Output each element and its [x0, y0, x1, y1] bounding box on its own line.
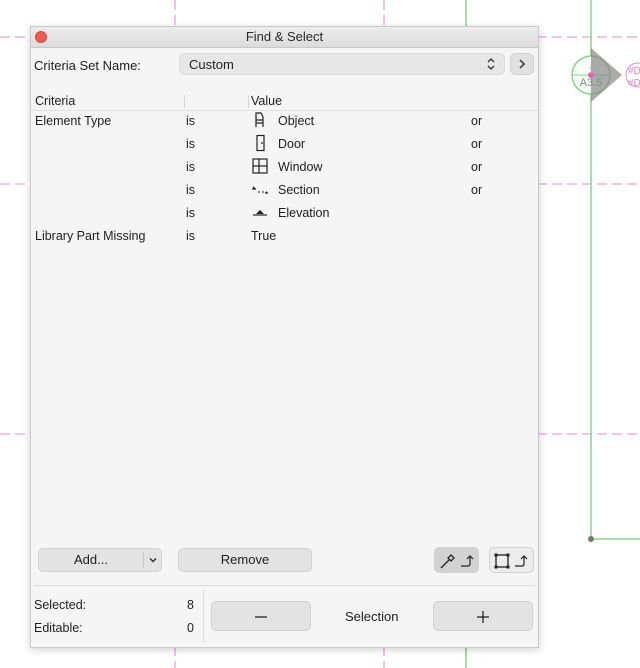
value-text: Door [278, 137, 306, 151]
elevation-icon [253, 210, 267, 216]
title-bar[interactable]: Find & Select [31, 27, 538, 48]
value-text: Elevation [278, 206, 330, 220]
criteria-name: Library Part Missing [35, 229, 146, 243]
add-criteria-button[interactable]: Add... [38, 548, 162, 572]
chevron-right-icon [519, 59, 526, 69]
close-button[interactable] [35, 31, 47, 43]
editable-count: 0 [187, 621, 194, 635]
value-text: Window [278, 160, 323, 174]
remove-button[interactable]: Remove [178, 548, 312, 572]
criteria-row[interactable]: Library Part Missing is True [31, 226, 538, 249]
operator: is [186, 183, 196, 197]
marquee-icon [494, 553, 510, 569]
conjunction: or [471, 160, 483, 174]
tag-text: #D [628, 78, 640, 89]
updown-chevron-icon [487, 58, 495, 70]
marker-number: 1 [588, 65, 593, 75]
criteria-column-header[interactable]: Criteria [35, 94, 75, 108]
conjunction: or [471, 114, 483, 128]
chevron-down-icon[interactable] [147, 554, 159, 566]
column-divider[interactable] [248, 95, 249, 108]
pick-parameters-button[interactable] [434, 547, 479, 573]
operator: is [186, 206, 196, 220]
selection-label: Selection [345, 609, 399, 624]
criteria-row[interactable]: is Door or [31, 134, 538, 157]
conjunction: or [471, 183, 483, 197]
criteria-row[interactable]: is Section or [31, 180, 538, 203]
add-button-label: Add... [74, 552, 108, 567]
node-dot [588, 536, 594, 542]
next-button[interactable] [510, 53, 534, 75]
section-icon [252, 186, 268, 194]
selected-label: Selected: [34, 598, 87, 612]
value-text: True [251, 229, 277, 243]
object-chair-icon [255, 112, 264, 127]
conjunction: or [471, 137, 483, 151]
column-divider[interactable] [184, 95, 185, 108]
apply-arrow-icon [461, 555, 474, 567]
criteria-set-label: Criteria Set Name: [34, 58, 141, 73]
minus-icon [255, 616, 267, 618]
operator: is [186, 160, 196, 174]
add-to-selection-button[interactable] [433, 601, 533, 631]
find-select-panel: Find & Select Criteria Set Name: Custom … [30, 26, 539, 648]
marquee-button[interactable] [489, 547, 534, 573]
criteria-set-value: Custom [189, 57, 234, 72]
operator: is [186, 229, 196, 243]
footer-vertical-divider [203, 589, 204, 643]
eyedropper-icon [440, 554, 455, 569]
criteria-row[interactable]: Element Type is Object or [31, 111, 538, 134]
marker-label: A3.5 [580, 77, 603, 89]
operator: is [186, 137, 196, 151]
criteria-row[interactable]: is Elevation [31, 203, 538, 226]
split-divider [143, 552, 144, 568]
value-column-header[interactable]: Value [251, 94, 282, 108]
window-icon [252, 158, 268, 174]
marker-arrow [591, 48, 622, 102]
operator: is [186, 114, 196, 128]
criteria-row[interactable]: is Window or [31, 157, 538, 180]
door-icon [256, 134, 265, 152]
criteria-set-select[interactable]: Custom [179, 53, 505, 75]
apply-arrow-icon [515, 555, 528, 567]
plus-icon [477, 611, 489, 623]
editable-label: Editable: [34, 621, 83, 635]
remove-from-selection-button[interactable] [211, 601, 311, 631]
window-title: Find & Select [245, 29, 324, 44]
value-text: Section [278, 183, 320, 197]
selected-count: 8 [187, 598, 194, 612]
footer-divider [34, 585, 535, 586]
criteria-name: Element Type [35, 114, 112, 128]
value-text: Object [278, 114, 315, 128]
tag-text: #D [628, 66, 640, 77]
criteria-table-header: Criteria Value [31, 93, 538, 111]
